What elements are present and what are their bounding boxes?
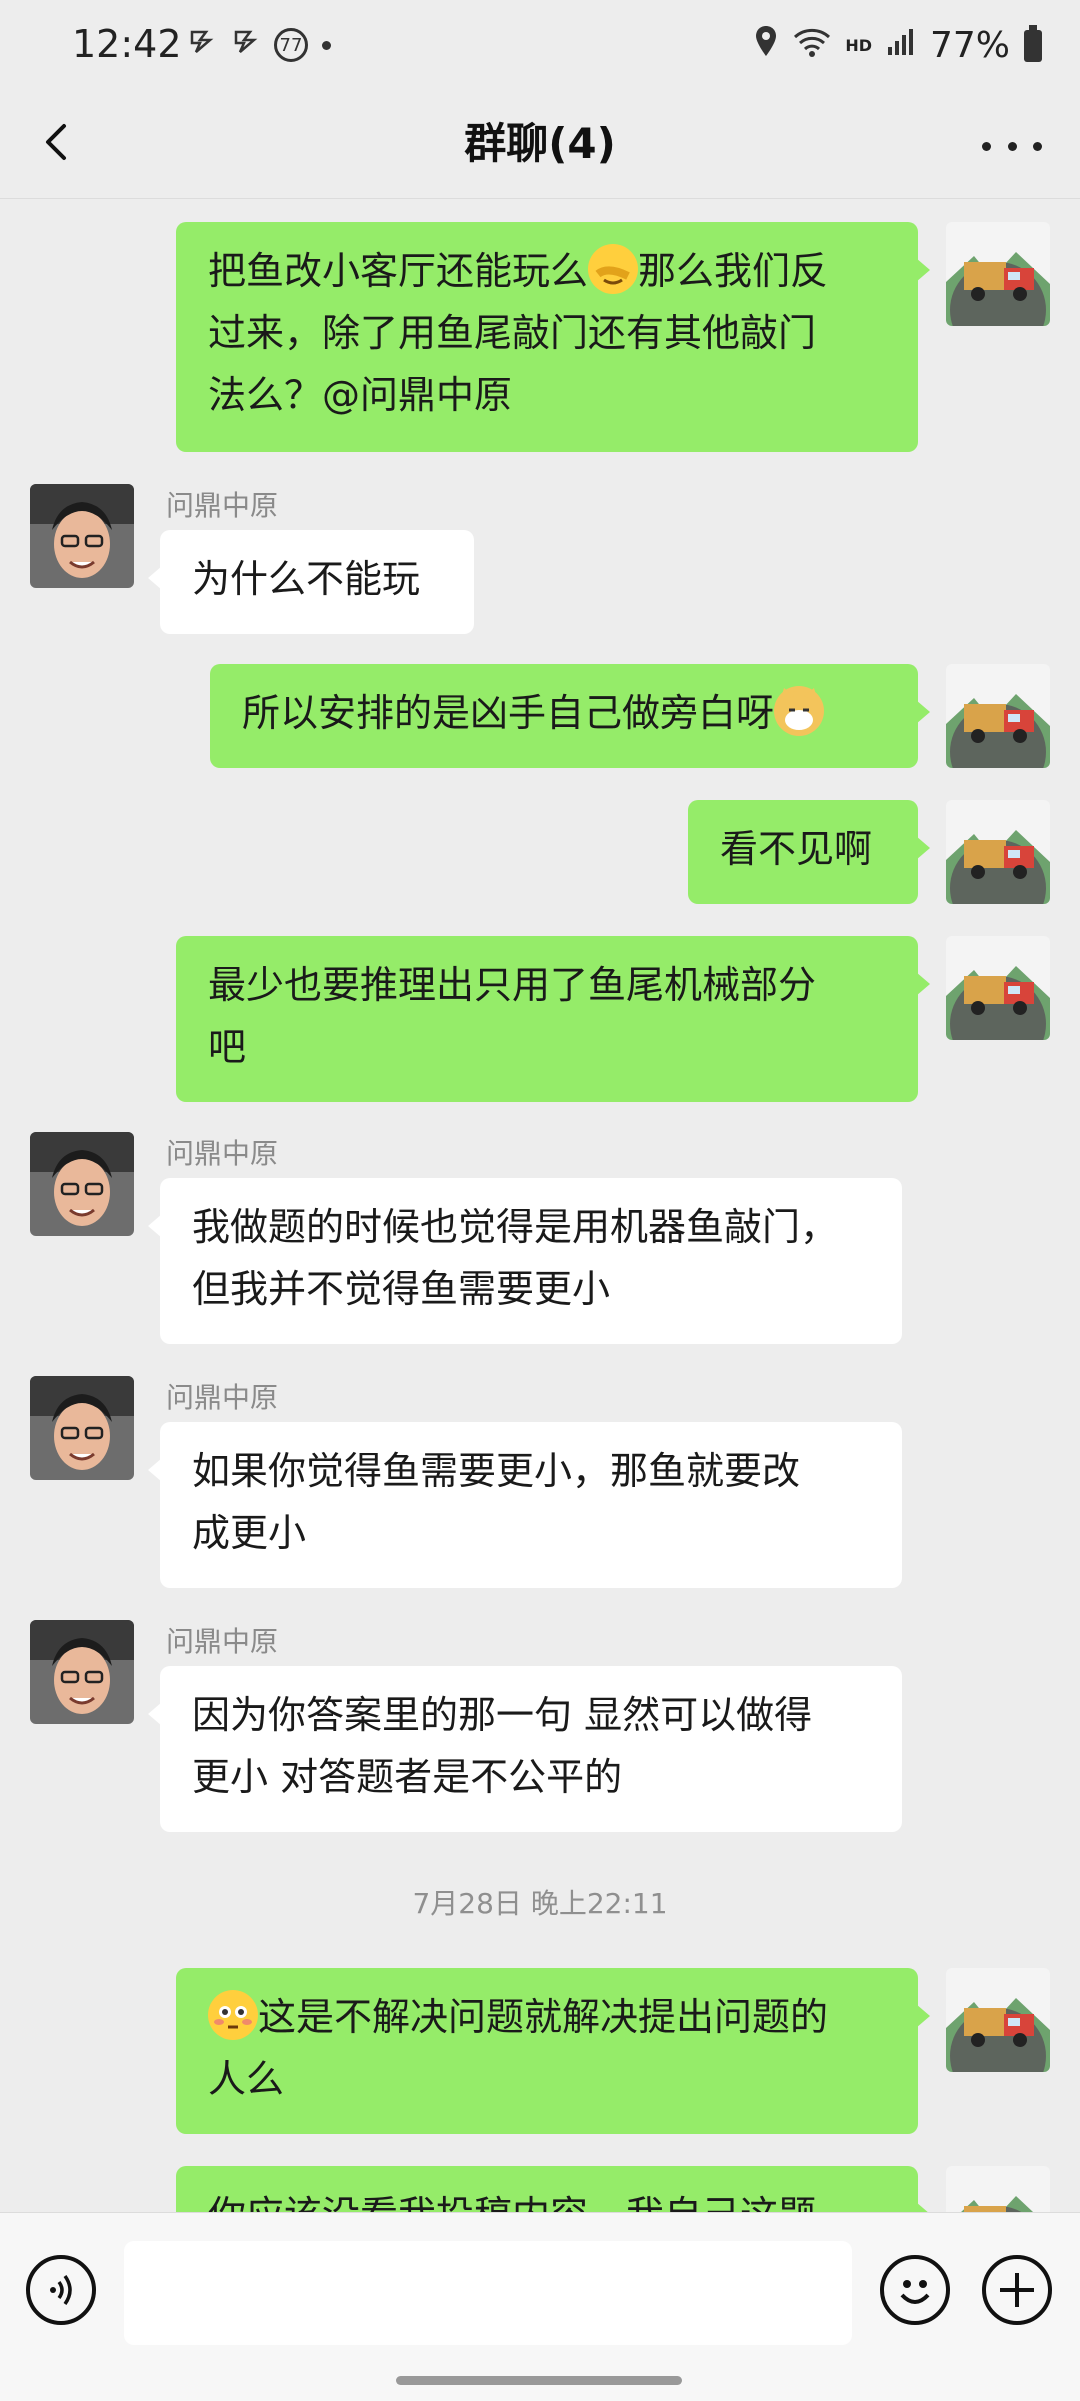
battery-percent: 77% — [929, 25, 1010, 66]
message-text: 所以安排的是凶手自己做旁白呀 — [242, 691, 775, 735]
message-text: 更小 对答题者是不公平的 — [192, 1755, 623, 1799]
contact-avatar[interactable] — [30, 1132, 134, 1236]
my-avatar[interactable] — [946, 1968, 1050, 2072]
message-text: 但我并不觉得鱼需要更小 — [192, 1267, 611, 1311]
cat-emoji-icon — [774, 686, 825, 736]
message-text: 把鱼改小客厅还能玩么 — [208, 249, 589, 293]
message-text: 最少也要推理出只用了鱼尾机械部分 — [208, 963, 817, 1007]
facepalm-emoji-icon — [588, 244, 639, 294]
notification-icons: 77 — [186, 26, 331, 64]
notification-app-icon — [186, 26, 216, 64]
sender-name: 问鼎中原 — [166, 1137, 279, 1170]
message-bubble-received[interactable]: 如果你觉得鱼需要更小，那鱼就要改 成更小 — [148, 1422, 902, 1588]
emoji-icon[interactable] — [880, 2255, 950, 2325]
chat-header: 群聊(4) — [0, 92, 1080, 199]
message-text: 如果你觉得鱼需要更小，那鱼就要改 — [192, 1449, 801, 1493]
sender-name: 问鼎中原 — [166, 1381, 279, 1414]
message-text: 这是不解决问题就解决提出问题的 — [258, 1995, 829, 2039]
message-text: 成更小 — [192, 1511, 307, 1555]
message-text: 过来，除了用鱼尾敲门还有其他敲门 — [208, 311, 817, 355]
more-icon[interactable] — [982, 116, 1042, 176]
input-bar — [0, 2212, 1080, 2401]
sender-name: 问鼎中原 — [166, 1625, 279, 1658]
status-bar: 12:42 77 HD 77% — [0, 0, 1080, 92]
battery-icon — [1024, 24, 1042, 62]
voice-icon[interactable] — [26, 2255, 96, 2325]
signal-icon — [886, 25, 916, 66]
message-bubble-sent[interactable]: 把鱼改小客厅还能玩么 那么我们反 过来，除了用鱼尾敲门还有其他敲门 法么？@问鼎中… — [176, 222, 930, 452]
message-text: 你应该没看我投稿内容，我自己这题 — [208, 2184, 886, 2212]
message-text: 看不见啊 — [720, 827, 873, 871]
message-text: 我做题的时候也觉得是用机器鱼敲门， — [192, 1205, 839, 1249]
message-text: 人么 — [208, 2057, 285, 2101]
notification-badge: 77 — [274, 28, 308, 62]
message-text: 为什么不能玩 — [192, 557, 421, 601]
contact-avatar[interactable] — [30, 1620, 134, 1724]
message-bubble-received[interactable]: 为什么不能玩 — [148, 530, 474, 634]
my-avatar[interactable] — [946, 800, 1050, 904]
flushed-emoji-icon — [208, 1990, 258, 2040]
message-bubble-sent[interactable]: 看不见啊 — [688, 800, 930, 904]
message-text: 法么？@问鼎中原 — [208, 373, 513, 417]
sender-name: 问鼎中原 — [166, 489, 279, 522]
wifi-icon — [793, 25, 831, 66]
status-right-icons: HD 77% — [753, 24, 1042, 67]
message-text: 因为你答案里的那一句 显然可以做得 — [192, 1693, 813, 1737]
message-bubble-sent[interactable]: 你应该没看我投稿内容，我自己这题 — [176, 2166, 930, 2212]
message-bubble-sent[interactable]: 这是不解决问题就解决提出问题的 人么 — [176, 1968, 930, 2134]
message-bubble-received[interactable]: 因为你答案里的那一句 显然可以做得 更小 对答题者是不公平的 — [148, 1666, 902, 1832]
my-avatar[interactable] — [946, 2166, 1050, 2212]
message-bubble-sent[interactable]: 所以安排的是凶手自己做旁白呀 — [210, 664, 930, 768]
message-bubble-received[interactable]: 我做题的时候也觉得是用机器鱼敲门， 但我并不觉得鱼需要更小 — [148, 1178, 902, 1344]
message-text: 那么我们反 — [638, 249, 829, 293]
my-avatar[interactable] — [946, 664, 1050, 768]
hd-label: HD — [845, 36, 872, 55]
location-icon — [753, 24, 779, 67]
timestamp: 7月28日 晚上22:11 — [412, 1887, 668, 1920]
chat-title: 群聊(4) — [464, 119, 616, 168]
contact-avatar[interactable] — [30, 1376, 134, 1480]
message-list[interactable]: 把鱼改小客厅还能玩么 那么我们反 过来，除了用鱼尾敲门还有其他敲门 法么？@问鼎中… — [0, 198, 1080, 2212]
message-text: 吧 — [208, 1025, 247, 1069]
notification-app-icon — [230, 26, 260, 64]
message-input[interactable] — [124, 2241, 852, 2345]
my-avatar[interactable] — [946, 936, 1050, 1040]
plus-icon[interactable] — [982, 2255, 1052, 2325]
message-bubble-sent[interactable]: 最少也要推理出只用了鱼尾机械部分 吧 — [176, 936, 930, 1102]
home-indicator[interactable] — [396, 2376, 682, 2385]
contact-avatar[interactable] — [30, 484, 134, 588]
more-notifications-dot — [322, 40, 331, 50]
status-time: 12:42 — [72, 22, 182, 66]
my-avatar[interactable] — [946, 222, 1050, 326]
